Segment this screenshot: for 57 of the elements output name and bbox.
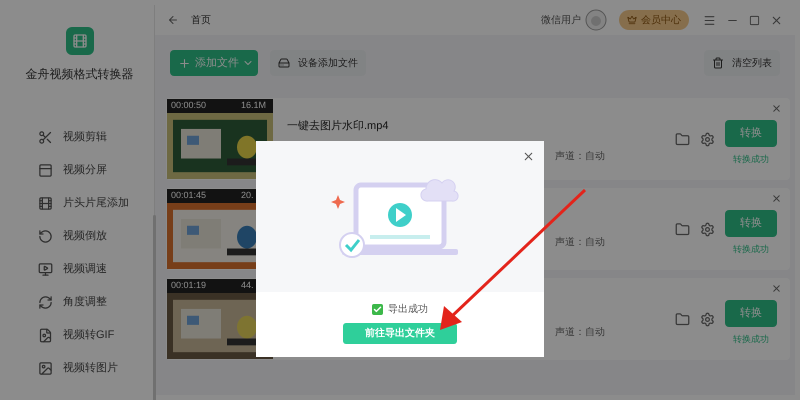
sidebar-item-icon	[38, 361, 53, 376]
breadcrumb: 首页	[191, 14, 211, 28]
maximize-icon[interactable]	[749, 14, 760, 26]
folder-icon[interactable]	[675, 312, 690, 326]
size-label: 20.	[241, 189, 254, 202]
file-params: 声道：自动	[555, 236, 605, 250]
folder-icon[interactable]	[675, 132, 690, 146]
vip-button[interactable]: 会员中心	[619, 10, 689, 30]
sidebar-item[interactable]: 片头片尾添加	[5, 187, 154, 220]
settings-icon[interactable]	[700, 312, 715, 326]
sidebar-item-icon	[38, 262, 53, 277]
sidebar-item[interactable]: 视频转图片	[5, 352, 154, 385]
device-add-button[interactable]: 设备添加文件	[270, 50, 366, 76]
close-icon[interactable]	[770, 14, 783, 26]
duration-label: 00:01:45	[171, 189, 208, 202]
sidebar-item-icon	[38, 130, 53, 145]
app-name: 金舟视频格式转换器	[26, 66, 134, 83]
remove-icon[interactable]	[771, 193, 782, 204]
back-icon[interactable]	[167, 14, 179, 26]
status-label: 转换成功	[733, 332, 769, 346]
sidebar-item[interactable]: 视频转GIF	[5, 319, 154, 352]
export-success-label: 导出成功	[388, 302, 428, 317]
sidebar-item-icon	[38, 229, 53, 244]
sidebar-item-icon	[38, 328, 53, 343]
remove-icon[interactable]	[771, 103, 782, 114]
status-label: 转换成功	[733, 152, 769, 166]
avatar-icon[interactable]	[585, 9, 607, 31]
duration-label: 00:01:19	[171, 279, 208, 292]
sidebar-item-icon	[38, 196, 53, 211]
sidebar-item[interactable]: 视频剪辑	[5, 121, 154, 154]
plus-icon	[178, 56, 191, 70]
clear-list-button[interactable]: 清空列表	[704, 50, 780, 76]
crown-icon	[627, 15, 637, 25]
sidebar-item-icon	[38, 295, 53, 310]
sidebar-item[interactable]: 视频分屏	[5, 154, 154, 187]
duration-label: 00:00:50	[171, 99, 208, 112]
close-icon[interactable]	[522, 150, 535, 163]
sidebar-item-icon	[38, 163, 53, 178]
file-params: 声道：自动	[555, 326, 605, 340]
menu-icon[interactable]	[703, 14, 716, 26]
checkbox[interactable]	[372, 304, 383, 315]
file-params: 声道：自动	[555, 150, 605, 164]
settings-icon[interactable]	[700, 222, 715, 236]
remove-icon[interactable]	[771, 283, 782, 294]
sidebar-item[interactable]: 视频调速	[5, 253, 154, 286]
sidebar-item[interactable]: 角度调整	[5, 286, 154, 319]
settings-icon[interactable]	[700, 132, 715, 146]
drive-icon	[278, 57, 290, 69]
user-name: 微信用户	[541, 14, 581, 28]
size-label: 44.	[241, 279, 254, 292]
size-label: 16.1M	[241, 99, 266, 112]
app-logo	[66, 27, 94, 55]
status-label: 转换成功	[733, 242, 769, 256]
folder-icon[interactable]	[675, 222, 690, 236]
sidebar-item[interactable]: 视频倒放	[5, 220, 154, 253]
trash-icon	[712, 57, 724, 69]
file-name: 一键去图片水印.mp4	[287, 119, 390, 134]
